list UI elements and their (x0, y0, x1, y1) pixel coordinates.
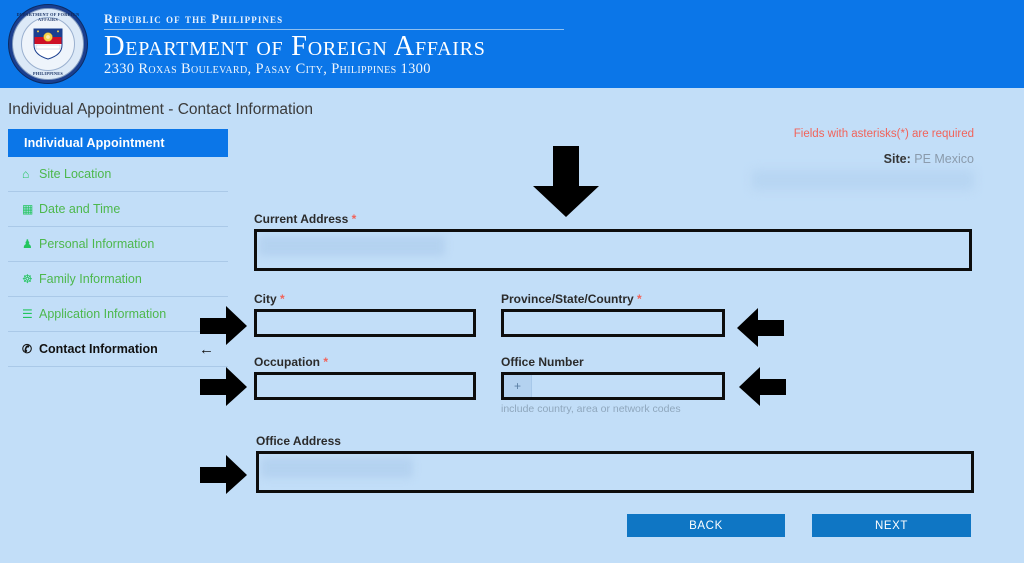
input-occupation[interactable] (254, 372, 476, 400)
annotation-arrow-occupation (200, 367, 248, 407)
sidebar-heading: Individual Appointment (8, 129, 228, 157)
required-asterisk: * (637, 292, 642, 306)
office-number-hint: include country, area or network codes (501, 403, 681, 415)
field-office-address: Office Address (256, 434, 974, 493)
redacted-value (261, 458, 413, 478)
redacted-value (259, 236, 445, 256)
header-divider (104, 28, 564, 30)
input-office-number[interactable]: + (501, 372, 725, 400)
label-province-state-country: Province/State/Country * (501, 292, 642, 306)
annotation-arrow-office-address (200, 455, 248, 495)
sidebar-item-family-information[interactable]: ☸ Family Information (8, 262, 228, 297)
dfa-seal-logo: DEPARTMENT OF FOREIGN AFFAIRS PHILIPPINE… (8, 4, 88, 84)
country-code-prefix: + (504, 375, 532, 397)
field-occupation: Occupation * (254, 355, 476, 400)
site-indicator: Site: PE Mexico (884, 152, 974, 166)
field-office-number: Office Number + include country, area or… (501, 355, 725, 415)
sidebar-item-label: Personal Information (39, 237, 155, 251)
seal-bottom-text: PHILIPPINES (32, 71, 64, 76)
seal-shield-icon (33, 28, 63, 60)
input-province-state-country[interactable] (501, 309, 725, 337)
field-province-state-country: Province/State/Country * (501, 292, 725, 337)
header-republic-line: Republic of the Philippines (104, 12, 284, 27)
site-value: PE Mexico (914, 152, 974, 166)
annotation-arrow-office-number (739, 367, 787, 407)
field-city: City * (254, 292, 476, 337)
back-button[interactable]: BACK (627, 514, 785, 537)
label-current-address: Current Address * (254, 212, 357, 226)
sidebar-item-label: Date and Time (39, 202, 121, 216)
list-card-icon: ☰ (22, 307, 33, 321)
required-asterisk: * (280, 292, 285, 306)
annotation-arrow-down (531, 146, 601, 218)
sidebar-item-date-and-time[interactable]: ▦ Date and Time (8, 192, 228, 227)
sidebar-item-label: Contact Information (39, 342, 158, 356)
sidebar-item-contact-information[interactable]: ✆ Contact Information ← (8, 332, 228, 367)
required-asterisk: * (323, 355, 329, 369)
users-icon: ☸ (22, 272, 33, 286)
user-icon: ♟ (22, 237, 33, 251)
label-office-address: Office Address (256, 434, 341, 448)
site-header: DEPARTMENT OF FOREIGN AFFAIRS PHILIPPINE… (0, 0, 1024, 88)
header-address-line: 2330 Roxas Boulevard, Pasay City, Philip… (104, 61, 431, 78)
label-office-number: Office Number (501, 355, 584, 369)
redacted-user-info (752, 170, 974, 190)
sidebar-item-personal-information[interactable]: ♟ Personal Information (8, 227, 228, 262)
next-button[interactable]: NEXT (812, 514, 971, 537)
input-city[interactable] (254, 309, 476, 337)
phone-icon: ✆ (22, 342, 33, 356)
sidebar-item-label: Site Location (39, 167, 112, 181)
sidebar-item-label: Application Information (39, 307, 167, 321)
required-fields-note: Fields with asterisks(*) are required (793, 128, 974, 140)
seal-top-text: DEPARTMENT OF FOREIGN AFFAIRS (16, 12, 80, 22)
sidebar-item-site-location[interactable]: ⌂ Site Location (8, 157, 228, 192)
home-icon: ⌂ (22, 167, 30, 181)
site-label: Site: (883, 152, 911, 166)
sidebar-item-application-information[interactable]: ☰ Application Information (8, 297, 228, 332)
input-office-address[interactable] (256, 451, 974, 493)
field-current-address: Current Address * (254, 212, 972, 271)
page-title: Individual Appointment - Contact Informa… (8, 101, 314, 118)
sidebar-item-label: Family Information (39, 272, 142, 286)
input-current-address[interactable] (254, 229, 972, 271)
calendar-icon: ▦ (22, 202, 34, 216)
label-occupation: Occupation * (254, 355, 329, 369)
annotation-arrow-province (737, 308, 785, 348)
appointment-steps-sidebar: Individual Appointment ⌂ Site Location ▦… (8, 129, 228, 367)
required-asterisk: * (351, 212, 357, 226)
annotation-arrow-city (200, 306, 248, 346)
label-city: City * (254, 292, 285, 306)
header-department-title: Department of Foreign Affairs (104, 30, 486, 62)
